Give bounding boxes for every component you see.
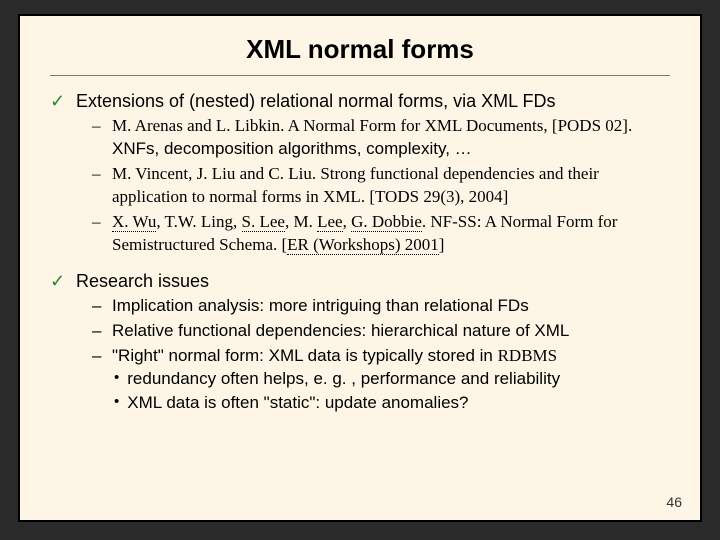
dash-icon: –: [92, 344, 104, 367]
dash-icon: –: [92, 294, 104, 317]
dash-icon: –: [92, 319, 104, 342]
item-text: Relative functional dependencies: hierar…: [112, 319, 569, 342]
section-extensions: ✓ Extensions of (nested) relational norm…: [50, 90, 670, 256]
slide: XML normal forms ✓ Extensions of (nested…: [18, 14, 702, 522]
list-item: – X. Wu, T.W. Ling, S. Lee, M. Lee, G. D…: [92, 210, 670, 256]
list-item: – Implication analysis: more intriguing …: [92, 294, 670, 317]
list-item: – M. Arenas and L. Libkin. A Normal Form…: [92, 114, 670, 160]
list-item: – "Right" normal form: XML data is typic…: [92, 344, 670, 414]
item-text: X. Wu, T.W. Ling, S. Lee, M. Lee, G. Dob…: [112, 210, 670, 256]
item-text: Implication analysis: more intriguing th…: [112, 294, 529, 317]
author-link: Lee: [317, 212, 342, 232]
content-list: ✓ Extensions of (nested) relational norm…: [50, 90, 670, 414]
section-research: ✓ Research issues – Implication analysis…: [50, 270, 670, 414]
list-item: • XML data is often "static": update ano…: [114, 391, 670, 414]
check-icon: ✓: [50, 90, 66, 112]
sub-list: – Implication analysis: more intriguing …: [92, 294, 670, 414]
slide-title: XML normal forms: [50, 34, 670, 65]
dash-icon: –: [92, 114, 104, 137]
divider: [50, 75, 670, 76]
bullet-icon: •: [114, 391, 119, 413]
list-item: – Relative functional dependencies: hier…: [92, 319, 670, 342]
check-icon: ✓: [50, 270, 66, 292]
bullet-list: • redundancy often helps, e. g. , perfor…: [114, 367, 670, 414]
item-text: XML data is often "static": update anoma…: [127, 391, 468, 414]
slide-number: 46: [666, 494, 682, 510]
author-link: S. Lee: [242, 212, 285, 232]
citation-link: ER (Workshops) 2001: [287, 235, 439, 255]
section-heading: Extensions of (nested) relational normal…: [76, 90, 556, 112]
author-link: G. Dobbie: [351, 212, 422, 232]
dash-icon: –: [92, 162, 104, 185]
section-heading: Research issues: [76, 270, 209, 292]
item-text: M. Arenas and L. Libkin. A Normal Form f…: [112, 114, 670, 160]
item-text: M. Vincent, J. Liu and C. Liu. Strong fu…: [112, 162, 670, 208]
dash-icon: –: [92, 210, 104, 233]
author-link: X. Wu: [112, 212, 156, 232]
item-text: "Right" normal form: XML data is typical…: [112, 344, 557, 367]
list-item: – M. Vincent, J. Liu and C. Liu. Strong …: [92, 162, 670, 208]
item-text: redundancy often helps, e. g. , performa…: [127, 367, 560, 390]
list-item: • redundancy often helps, e. g. , perfor…: [114, 367, 670, 390]
bullet-icon: •: [114, 367, 119, 389]
sub-list: – M. Arenas and L. Libkin. A Normal Form…: [92, 114, 670, 256]
